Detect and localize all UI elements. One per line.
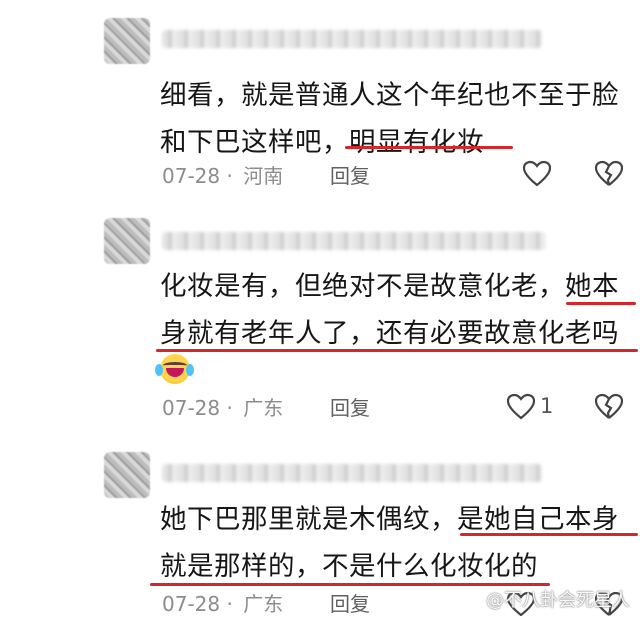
- watermark: @不八卦会死星人: [486, 590, 630, 611]
- comment-region: 河南: [243, 164, 284, 188]
- avatar[interactable]: [104, 218, 150, 264]
- tear-icon: [155, 364, 163, 376]
- avatar[interactable]: [104, 18, 150, 64]
- username-blurred[interactable]: [162, 30, 542, 48]
- like-count: 1: [540, 394, 554, 418]
- red-underline: [345, 146, 513, 149]
- username-blurred[interactable]: [162, 232, 546, 250]
- highlighted-text: 是她自己本身: [457, 504, 619, 535]
- comment-region: 广东: [243, 592, 284, 616]
- comment-line: 和下巴这样吧，明显有化妆: [160, 119, 619, 166]
- comment-line: 化妆是有，但绝对不是故意化老，她本: [160, 263, 619, 310]
- comment-date: 07-28: [162, 164, 221, 188]
- heart-broken-icon[interactable]: [594, 160, 624, 188]
- heart-broken-icon[interactable]: [594, 393, 624, 421]
- comment-text-plain: 她下巴那里就是木偶纹，: [160, 504, 457, 535]
- tear-icon: [186, 364, 194, 376]
- comment-date: 07-28: [162, 592, 221, 616]
- comment-text-plain: 化妆是有，但绝对不是故意化老，: [160, 271, 565, 302]
- heart-outline-icon[interactable]: [522, 160, 552, 188]
- highlighted-text: 她本: [565, 271, 619, 302]
- reply-button[interactable]: 回复: [330, 394, 370, 422]
- highlighted-text: 明显有化妆: [349, 127, 484, 158]
- separator-dot: ·: [226, 592, 240, 616]
- red-underline: [566, 302, 636, 305]
- heart-outline-icon[interactable]: [506, 393, 536, 421]
- comment-text: 细看，就是普通人这个年纪也不至于脸 和下巴这样吧，明显有化妆: [160, 72, 619, 166]
- avatar[interactable]: [104, 452, 150, 498]
- username-blurred[interactable]: [162, 464, 542, 482]
- comment-text-plain: 和下巴这样吧，: [160, 127, 349, 158]
- separator-dot: ·: [226, 164, 240, 188]
- comment-text: 她下巴那里就是木偶纹，是她自己本身 就是那样的，不是什么化妆化的: [160, 496, 619, 590]
- red-underline: [156, 349, 638, 352]
- separator-dot: ·: [226, 396, 240, 420]
- comment-date: 07-28: [162, 396, 221, 420]
- comment-meta: 07-28 · 河南 回复: [162, 162, 370, 190]
- reply-button[interactable]: 回复: [330, 162, 370, 190]
- comment-region: 广东: [243, 396, 284, 420]
- comment-meta: 07-28 · 广东 回复: [162, 394, 370, 422]
- comment-line: 细看，就是普通人这个年纪也不至于脸: [160, 80, 619, 111]
- comment-meta: 07-28 · 广东 回复: [162, 590, 370, 618]
- red-underline: [460, 533, 638, 536]
- comment-text: 化妆是有，但绝对不是故意化老，她本 身就有老年人了，还有必要故意化老吗: [160, 263, 619, 357]
- reply-button[interactable]: 回复: [330, 590, 370, 618]
